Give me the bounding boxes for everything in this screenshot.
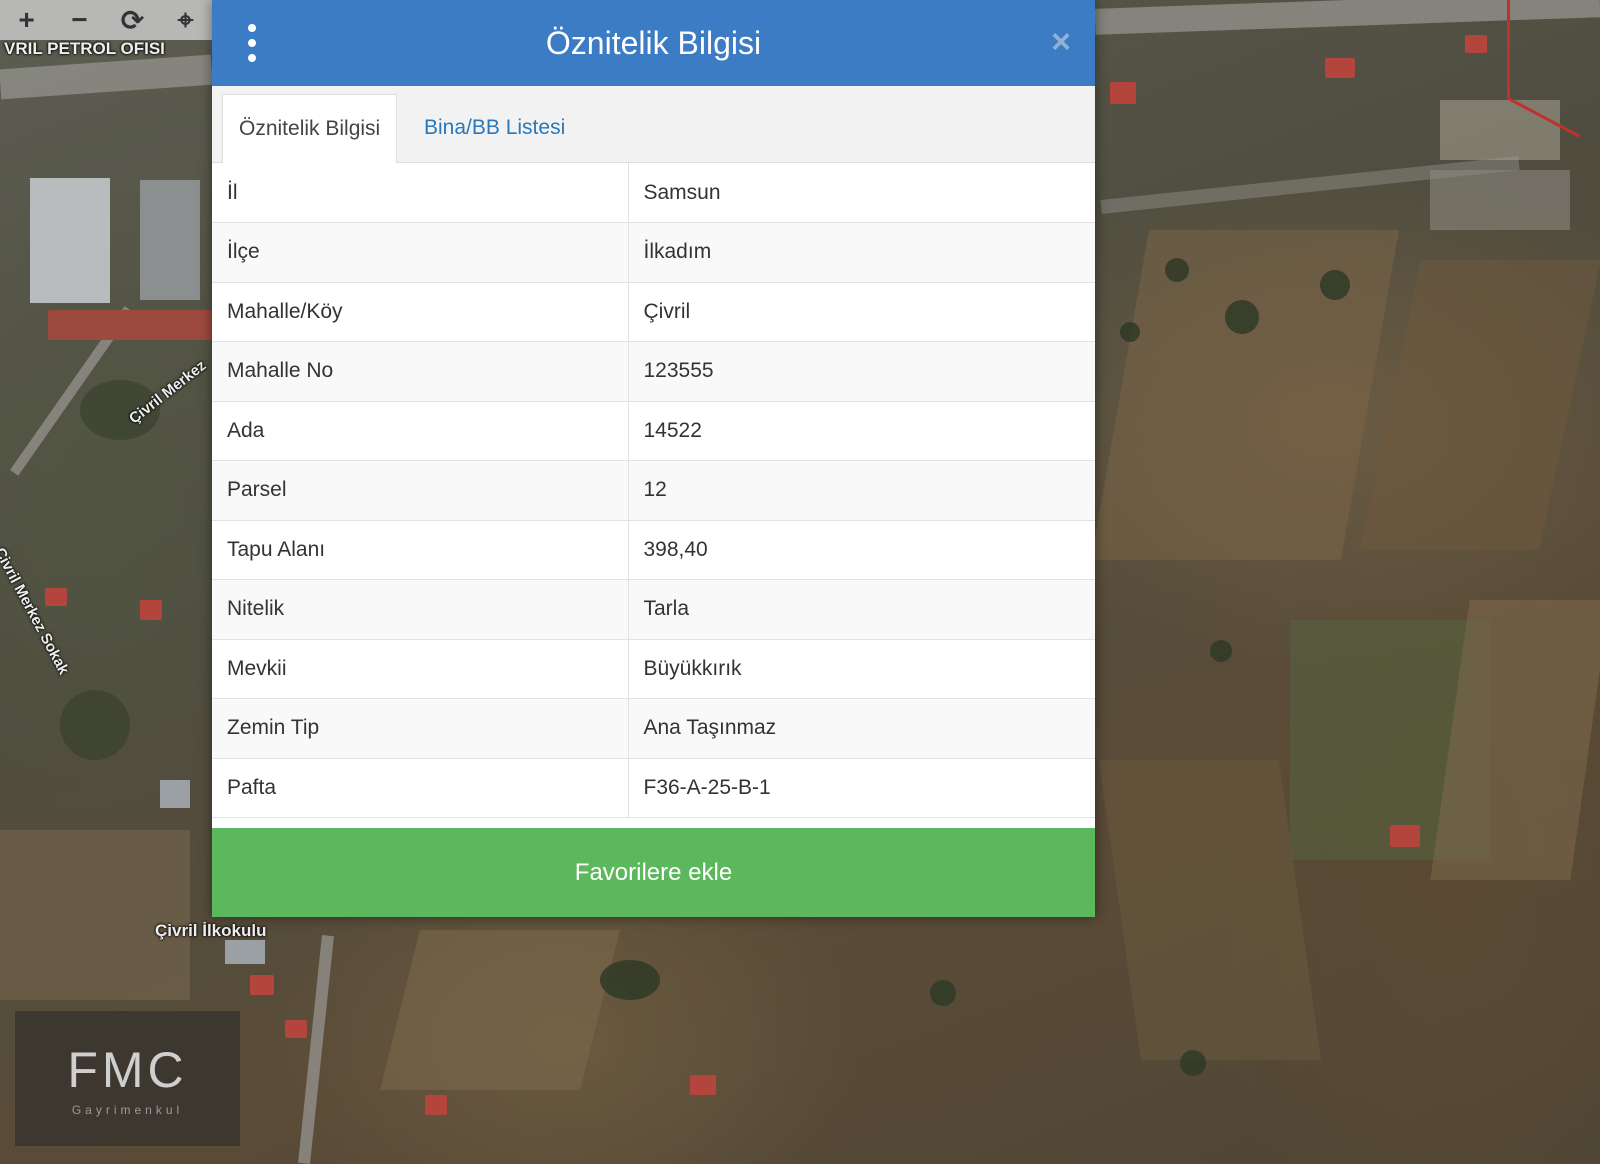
logo-title: FMC xyxy=(67,1041,188,1098)
map-toolbar: + − ⟳ ⌖ xyxy=(0,0,212,40)
attribute-value: Büyükkırık xyxy=(628,639,1095,699)
add-to-favorites-button[interactable]: Favorilere ekle xyxy=(212,828,1095,917)
attribute-key: Parsel xyxy=(212,460,629,521)
table-row: Tapu Alanı 398,40 xyxy=(212,520,1095,580)
map-field xyxy=(1430,170,1570,230)
table-row: İlçe İlkadım xyxy=(212,222,1095,283)
dialog-header: Öznitelik Bilgisi × xyxy=(212,0,1095,86)
kebab-menu-icon[interactable] xyxy=(242,24,262,62)
attribute-value: İlkadım xyxy=(628,222,1095,283)
map-field xyxy=(0,830,190,1000)
map-tree xyxy=(1165,258,1189,282)
tab-bar: Öznitelik Bilgisi Bina/BB Listesi xyxy=(212,86,1095,163)
map-roof xyxy=(690,1075,716,1095)
map-building xyxy=(225,940,265,964)
attribute-table: İl Samsun İlçe İlkadım Mahalle/Köy Çivril Maha… xyxy=(212,163,1095,818)
map-label-petrol: VRIL PETROL OFISI xyxy=(4,39,165,58)
table-row: İl Samsun xyxy=(212,163,1095,223)
table-row: Pafta F36-A-25-B-1 xyxy=(212,758,1095,818)
table-row: Ada 14522 xyxy=(212,401,1095,461)
table-row: Mevkii Büyükkırık xyxy=(212,639,1095,699)
attribute-key: İlçe xyxy=(212,222,629,283)
attribute-dialog: Öznitelik Bilgisi × Öznitelik Bilgisi Bi… xyxy=(212,0,1095,917)
zoom-out-icon[interactable]: − xyxy=(53,0,106,40)
map-roof xyxy=(140,600,162,620)
map-roof xyxy=(1465,35,1487,53)
map-roof xyxy=(1390,825,1420,847)
map-tree xyxy=(1180,1050,1206,1076)
map-roof xyxy=(1110,82,1136,104)
map-tree xyxy=(1320,270,1350,300)
refresh-icon[interactable]: ⟳ xyxy=(106,0,159,40)
attribute-value: Samsun xyxy=(628,163,1095,223)
map-field xyxy=(1440,100,1560,160)
parcel-boundary xyxy=(1507,0,1510,100)
attribute-key: Mevkii xyxy=(212,639,629,699)
zoom-in-icon[interactable]: + xyxy=(0,0,53,40)
attribute-value: 398,40 xyxy=(628,520,1095,580)
attribute-key: Nitelik xyxy=(212,579,629,640)
close-icon[interactable]: × xyxy=(1051,24,1071,60)
table-row: Zemin Tip Ana Taşınmaz xyxy=(212,698,1095,759)
tab-bina-bb-listesi[interactable]: Bina/BB Listesi xyxy=(408,94,581,162)
map-tree xyxy=(1210,640,1232,662)
map-tree xyxy=(60,690,130,760)
attribute-key: Ada xyxy=(212,401,629,461)
fmc-logo: FMC Gayrimenkul xyxy=(15,1011,240,1146)
map-roof xyxy=(48,310,212,340)
locate-icon[interactable]: ⌖ xyxy=(159,0,212,40)
map-roof xyxy=(45,588,67,606)
table-row: Nitelik Tarla xyxy=(212,579,1095,640)
attribute-value: Ana Taşınmaz xyxy=(628,698,1095,759)
attribute-key: Tapu Alanı xyxy=(212,520,629,580)
map-building xyxy=(140,180,200,300)
map-roof xyxy=(285,1020,307,1038)
map-roof xyxy=(1325,58,1355,78)
attribute-key: İl xyxy=(212,163,629,223)
logo-subtitle: Gayrimenkul xyxy=(71,1102,184,1117)
attribute-value: Tarla xyxy=(628,579,1095,640)
table-row: Mahalle/Köy Çivril xyxy=(212,282,1095,342)
map-tree xyxy=(600,960,660,1000)
attribute-value: F36-A-25-B-1 xyxy=(628,758,1095,818)
attribute-value: 123555 xyxy=(628,341,1095,402)
attribute-key: Zemin Tip xyxy=(212,698,629,759)
map-building xyxy=(30,178,110,303)
attribute-key: Mahalle No xyxy=(212,341,629,402)
map-tree xyxy=(930,980,956,1006)
table-row: Mahalle No 123555 xyxy=(212,341,1095,402)
map-tree xyxy=(1120,322,1140,342)
table-row: Parsel 12 xyxy=(212,460,1095,521)
tab-oznitelik-bilgisi[interactable]: Öznitelik Bilgisi xyxy=(222,94,398,163)
map-roof xyxy=(250,975,274,995)
attribute-value: 12 xyxy=(628,460,1095,521)
map-tree xyxy=(1225,300,1259,334)
dialog-title: Öznitelik Bilgisi xyxy=(545,24,762,61)
map-field xyxy=(380,930,620,1090)
attribute-key: Pafta xyxy=(212,758,629,818)
attribute-value: 14522 xyxy=(628,401,1095,461)
map-building xyxy=(160,780,190,808)
map-label-civril-ilkokulu: Çivril İlkokulu xyxy=(155,921,267,940)
attribute-value: Çivril xyxy=(628,282,1095,342)
map-roof xyxy=(425,1095,447,1115)
attribute-key: Mahalle/Köy xyxy=(212,282,629,342)
